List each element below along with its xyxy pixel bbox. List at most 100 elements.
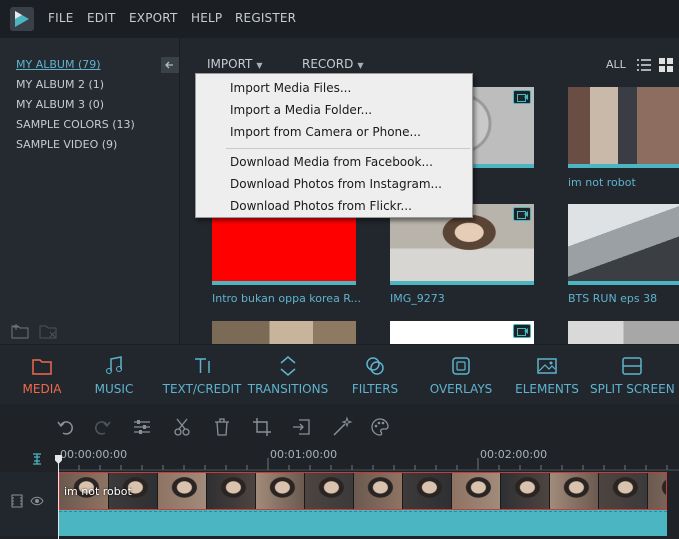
redo-icon[interactable] bbox=[91, 416, 113, 438]
tile-bar bbox=[568, 281, 679, 285]
album-item-sample-video[interactable]: SAMPLE VIDEO (9) bbox=[16, 138, 117, 151]
video-camera-icon bbox=[513, 207, 531, 221]
tile-label: im not robot bbox=[568, 176, 636, 189]
album-item-my-album[interactable]: MY ALBUM (79) bbox=[16, 58, 101, 71]
palette-icon[interactable] bbox=[369, 416, 391, 438]
tab-transitions-label: TRANSITIONS bbox=[247, 382, 329, 396]
tile-bar bbox=[390, 281, 534, 285]
tab-filters[interactable]: FILTERS bbox=[345, 345, 405, 405]
media-tile[interactable] bbox=[568, 321, 679, 344]
tab-split-screen-label: SPLIT SCREEN bbox=[590, 382, 675, 396]
tab-text-credit[interactable]: TEXT/CREDIT bbox=[160, 345, 244, 405]
transition-arrows-icon bbox=[280, 356, 296, 376]
clip-frame bbox=[256, 473, 305, 509]
video-camera-icon bbox=[513, 324, 531, 338]
video-clip[interactable] bbox=[59, 472, 667, 510]
mode-tabs: MEDIA MUSIC TEXT/CREDIT TRANSITIONS FILT… bbox=[0, 344, 679, 404]
timestamp-2: 00:02:00:00 bbox=[480, 448, 548, 461]
timestamp-1: 00:01:00:00 bbox=[270, 448, 338, 461]
media-tile[interactable] bbox=[390, 321, 534, 344]
folder-icon bbox=[32, 359, 52, 375]
app-logo-icon bbox=[10, 7, 34, 31]
menu-import-media-folder[interactable]: Import a Media Folder... bbox=[230, 103, 372, 117]
snap-marker-icon[interactable] bbox=[30, 452, 44, 466]
tab-music[interactable]: MUSIC bbox=[84, 345, 144, 405]
import-dropdown-menu: Import Media Files... Import a Media Fol… bbox=[195, 73, 473, 218]
album-item-my-album-3[interactable]: MY ALBUM 3 (0) bbox=[16, 98, 104, 111]
filter-circles-icon bbox=[366, 357, 384, 375]
album-item-my-album-2[interactable]: MY ALBUM 2 (1) bbox=[16, 78, 104, 91]
tile-label: IMG_9273 bbox=[390, 292, 445, 305]
magic-wand-icon[interactable] bbox=[331, 416, 353, 438]
list-view-icon[interactable] bbox=[637, 57, 651, 71]
menu-file[interactable]: FILE bbox=[48, 11, 74, 25]
import-button[interactable]: IMPORT ▼ bbox=[207, 57, 263, 71]
tile-bar bbox=[568, 164, 679, 168]
thumbnail bbox=[568, 204, 679, 285]
menu-download-instagram[interactable]: Download Photos from Instagram... bbox=[230, 177, 442, 191]
tab-split-screen[interactable]: SPLIT SCREEN bbox=[590, 345, 675, 405]
menu-export[interactable]: EXPORT bbox=[129, 11, 177, 25]
menu-download-facebook[interactable]: Download Media from Facebook... bbox=[230, 155, 433, 169]
track-header bbox=[0, 472, 58, 536]
menu-register[interactable]: REGISTER bbox=[235, 11, 296, 25]
split-screen-icon bbox=[622, 357, 642, 375]
add-folder-icon[interactable] bbox=[10, 322, 30, 340]
clip-frame bbox=[452, 473, 501, 509]
crop-icon[interactable] bbox=[251, 416, 273, 438]
audio-divider bbox=[59, 511, 667, 512]
video-camera-icon bbox=[513, 90, 531, 104]
cut-icon[interactable] bbox=[171, 416, 193, 438]
clip-label: im not robot bbox=[64, 485, 132, 498]
tile-label: Intro bukan oppa korea R... bbox=[212, 292, 360, 305]
delete-folder-icon[interactable] bbox=[38, 322, 58, 340]
tab-media-label: MEDIA bbox=[22, 382, 62, 396]
filter-all-button[interactable]: ALL bbox=[606, 58, 626, 71]
media-tile[interactable] bbox=[212, 321, 356, 344]
tab-music-label: MUSIC bbox=[94, 382, 134, 396]
tab-transitions[interactable]: TRANSITIONS bbox=[246, 345, 330, 405]
tab-elements[interactable]: ELEMENTS bbox=[512, 345, 582, 405]
thumbnail bbox=[568, 87, 679, 168]
music-note-icon bbox=[106, 356, 122, 374]
text-icon bbox=[195, 358, 210, 373]
media-tile[interactable] bbox=[568, 204, 679, 285]
menu-help[interactable]: HELP bbox=[191, 11, 222, 25]
tile-bar bbox=[212, 281, 356, 285]
grid-view-icon[interactable] bbox=[659, 57, 673, 72]
tab-overlays[interactable]: OVERLAYS bbox=[426, 345, 496, 405]
record-button[interactable]: RECORD ▼ bbox=[302, 57, 363, 71]
clip-frame bbox=[403, 473, 452, 509]
tab-filters-label: FILTERS bbox=[351, 382, 399, 396]
delete-icon[interactable] bbox=[211, 416, 233, 438]
media-tile[interactable] bbox=[568, 87, 679, 168]
export-frame-icon[interactable] bbox=[291, 416, 313, 438]
menu-import-media-files[interactable]: Import Media Files... bbox=[230, 81, 351, 95]
tab-overlays-label: OVERLAYS bbox=[429, 382, 493, 396]
collapse-sidebar-button[interactable] bbox=[161, 57, 179, 73]
record-label: RECORD bbox=[302, 57, 354, 71]
menu-edit[interactable]: EDIT bbox=[87, 11, 116, 25]
clip-frame bbox=[648, 473, 666, 509]
menu-download-flickr[interactable]: Download Photos from Flickr... bbox=[230, 199, 412, 213]
album-item-sample-colors[interactable]: SAMPLE COLORS (13) bbox=[16, 118, 135, 131]
audio-waveform-strip[interactable] bbox=[59, 510, 667, 536]
tab-media[interactable]: MEDIA bbox=[12, 345, 72, 405]
thumbnail bbox=[568, 321, 679, 344]
film-strip-icon bbox=[11, 494, 23, 508]
menu-separator bbox=[226, 148, 470, 149]
timeline-ruler[interactable] bbox=[58, 450, 679, 472]
playhead[interactable] bbox=[58, 458, 59, 539]
clip-frame bbox=[305, 473, 354, 509]
tab-text-credit-label: TEXT/CREDIT bbox=[162, 382, 242, 396]
overlay-icon bbox=[452, 357, 470, 375]
image-icon bbox=[537, 358, 557, 374]
adjust-icon[interactable] bbox=[131, 416, 153, 438]
menu-import-from-camera[interactable]: Import from Camera or Phone... bbox=[230, 125, 421, 139]
chevron-down-icon: ▼ bbox=[357, 61, 364, 70]
thumbnail bbox=[212, 321, 356, 344]
eye-icon[interactable] bbox=[30, 496, 44, 506]
undo-icon[interactable] bbox=[55, 416, 77, 438]
clip-frame bbox=[550, 473, 599, 509]
clip-frame bbox=[599, 473, 648, 509]
